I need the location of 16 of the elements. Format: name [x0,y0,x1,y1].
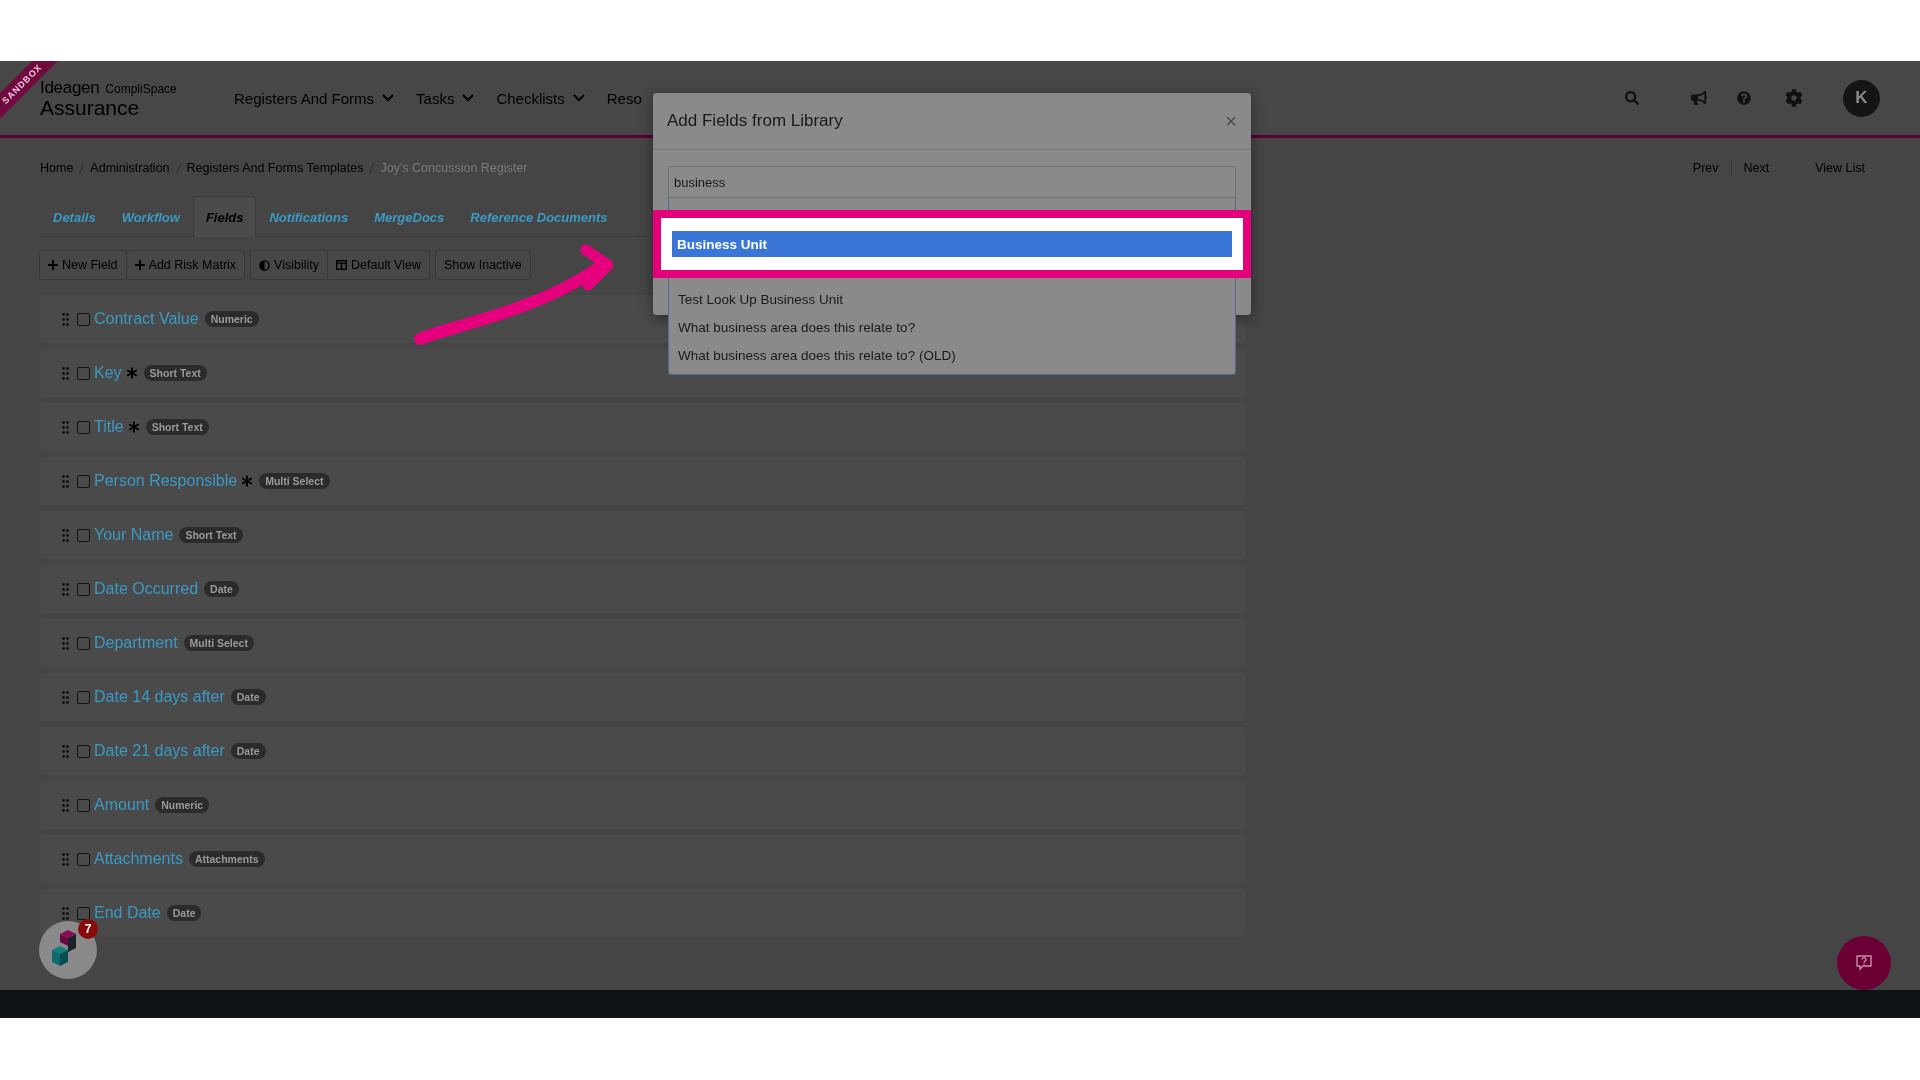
field-type-badge: Short Text [179,527,243,543]
field-type-badge: Numeric [155,797,210,813]
field-type-badge: Short Text [143,365,207,381]
logo-subtitle: Assurance [40,98,141,118]
logo-brand: Ideagen [40,78,100,97]
field-type-badge: Date [166,905,202,921]
field-type-badge: Numeric [204,311,259,327]
modal-title: Add Fields from Library [667,111,843,131]
field-type-badge: Attachments [188,851,265,867]
field-type-badge: Multi Select [259,473,330,489]
field-type-badge: Date [230,689,266,705]
field-type-badge: Date [204,581,239,597]
logo-product: CompliSpace [105,82,177,96]
field-type-badge: Multi Select [183,635,254,651]
field-type-badge: Short Text [145,419,209,435]
field-type-badge: Date [230,743,266,759]
